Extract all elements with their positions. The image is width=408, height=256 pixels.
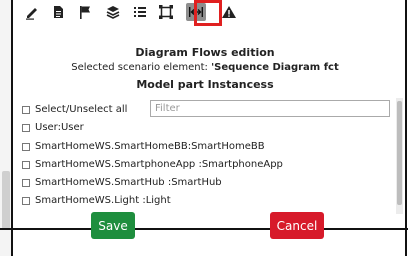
list-item[interactable]: SmartHomeWS.SmartHomeBB:SmartHomeBB (22, 141, 265, 152)
list-item[interactable]: SmartHomeWS.Light :Light (22, 195, 171, 206)
item-label: SmartHomeWS.SmartHub :SmartHub (35, 177, 222, 188)
layers-icon[interactable] (104, 3, 122, 21)
item-checkbox[interactable] (22, 196, 30, 205)
item-label: SmartHomeWS.SmartphoneApp :SmartphoneApp (35, 159, 283, 170)
warning-icon[interactable] (220, 3, 238, 21)
subtitle-prefix: Selected scenario element: (71, 62, 212, 73)
document-icon[interactable] (49, 3, 67, 21)
active-tool-highlight (194, 0, 222, 26)
cancel-button[interactable]: Cancel (270, 212, 324, 239)
flag-icon[interactable] (76, 3, 94, 21)
filter-input[interactable] (150, 100, 390, 117)
item-checkbox[interactable] (22, 142, 30, 151)
list-item[interactable]: SmartHomeWS.SmartphoneApp :SmartphoneApp (22, 159, 283, 170)
section-title: Model part Instancess (136, 78, 274, 91)
select-all-checkbox[interactable] (22, 105, 30, 114)
list-icon[interactable] (131, 3, 149, 21)
right-divider (405, 0, 407, 256)
select-all-label: Select/Unselect all (35, 104, 128, 115)
frame-icon[interactable] (157, 3, 175, 21)
select-all-row[interactable]: Select/Unselect all (22, 104, 127, 115)
item-checkbox[interactable] (22, 123, 30, 132)
dialog-subtitle: Selected scenario element: 'Sequence Dia… (13, 62, 397, 73)
item-label: SmartHomeWS.Light :Light (35, 195, 171, 206)
left-scrollbar-thumb[interactable] (2, 171, 10, 229)
item-checkbox[interactable] (22, 178, 30, 187)
save-button[interactable]: Save (91, 212, 135, 239)
list-item[interactable]: User:User (22, 122, 84, 133)
list-scrollbar-thumb[interactable] (397, 101, 402, 205)
bottom-divider (0, 228, 408, 230)
item-checkbox[interactable] (22, 160, 30, 169)
item-label: User:User (35, 122, 84, 133)
dialog-title: Diagram Flows edition (135, 46, 275, 59)
subtitle-value: 'Sequence Diagram fct (211, 62, 339, 73)
left-divider (11, 0, 13, 256)
item-label: SmartHomeWS.SmartHomeBB:SmartHomeBB (35, 141, 265, 152)
toolbar (13, 0, 405, 26)
pencil-icon[interactable] (23, 3, 41, 21)
list-item[interactable]: SmartHomeWS.SmartHub :SmartHub (22, 177, 222, 188)
